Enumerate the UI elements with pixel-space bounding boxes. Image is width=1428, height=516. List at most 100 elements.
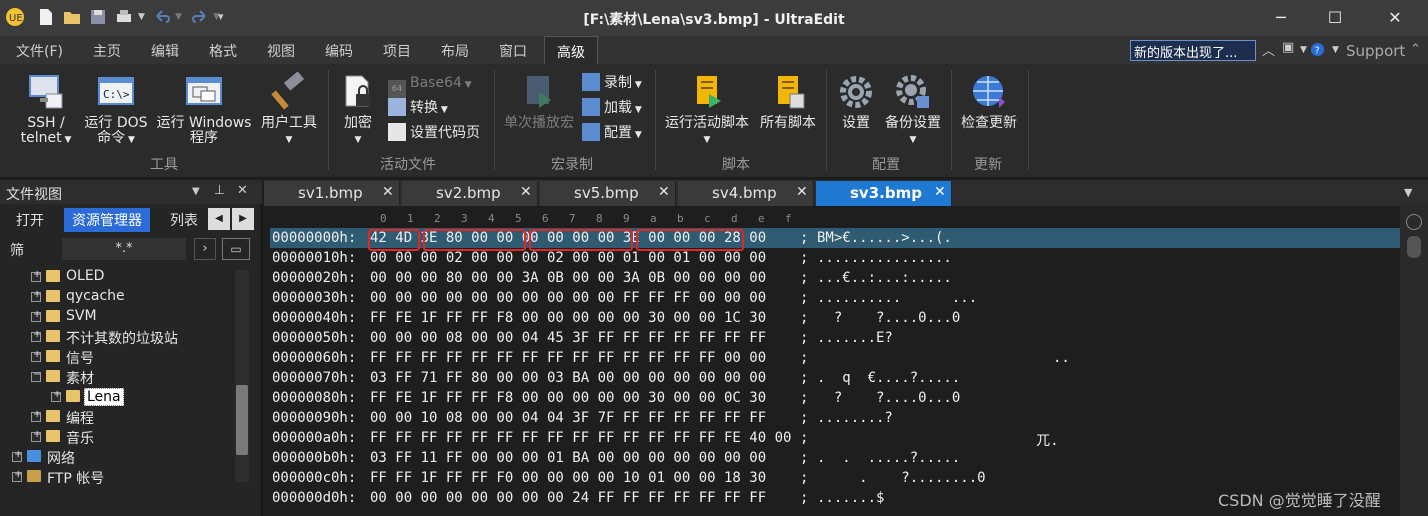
hex-column-label: e xyxy=(758,212,765,225)
close-tab-icon[interactable]: ✕ xyxy=(658,184,670,200)
tree-item[interactable]: + 音乐 xyxy=(0,427,230,447)
editor-tab-label: sv5.bmp xyxy=(574,184,639,202)
minimize-button[interactable]: ─ xyxy=(1266,6,1296,30)
hex-ascii-separator: ; xyxy=(800,470,809,486)
close-tab-icon[interactable]: ✕ xyxy=(520,184,532,200)
collapse-icon[interactable]: − xyxy=(31,369,41,382)
ssh-telnet-button[interactable]: SSH / telnet ▼ xyxy=(14,72,78,148)
all-scripts-button[interactable]: 所有脚本 xyxy=(756,72,820,131)
tree-item[interactable]: + 信号 xyxy=(0,347,230,367)
pane-close-icon[interactable]: ✕ xyxy=(237,183,248,198)
tab-list[interactable]: 列表 xyxy=(162,208,206,232)
tab-view[interactable]: 视图 xyxy=(267,41,295,61)
tree-item[interactable]: + 网络 xyxy=(0,447,230,467)
run-dos-command-button[interactable]: C:\> 运行 DOS 命令 ▼ xyxy=(82,72,150,148)
window-list-icon[interactable]: ▣ xyxy=(1282,40,1294,55)
pin-icon[interactable]: ⊥ xyxy=(214,183,225,198)
tree-scrollbar[interactable] xyxy=(235,270,249,482)
base64-button[interactable]: 64 Base64 ▼ xyxy=(388,72,472,98)
pane-menu-icon[interactable]: ▼ xyxy=(192,186,200,197)
backup-settings-button[interactable]: 备份设置 ▼ xyxy=(880,72,946,148)
tree-item[interactable]: − 素材 xyxy=(0,367,230,387)
tree-item[interactable]: + FTP 帐号 xyxy=(0,467,230,487)
tab-encoding[interactable]: 编码 xyxy=(325,41,353,61)
help-icon[interactable]: ? xyxy=(1310,42,1325,57)
hex-column-label: c xyxy=(704,212,711,225)
tree-item[interactable]: + 编程 xyxy=(0,407,230,427)
expand-icon[interactable]: + xyxy=(31,409,41,422)
window-list-dropdown-icon[interactable]: ▼ xyxy=(1300,45,1307,55)
record-macro-button[interactable]: 录制 ▼ xyxy=(582,72,642,94)
support-link[interactable]: Support xyxy=(1346,42,1405,60)
expand-icon[interactable]: + xyxy=(31,289,41,302)
tab-edit[interactable]: 编辑 xyxy=(151,41,179,61)
tab-list-dropdown-icon[interactable]: ▼ xyxy=(1404,186,1412,199)
tree-item[interactable]: + SVM xyxy=(0,307,230,327)
tab-home[interactable]: 主页 xyxy=(93,41,121,61)
expand-icon[interactable]: + xyxy=(31,329,41,342)
expand-icon[interactable]: + xyxy=(31,429,41,442)
configure-macro-button[interactable]: 配置 ▼ xyxy=(582,122,642,144)
expand-icon[interactable]: + xyxy=(31,349,41,362)
ribbon-expand-icon[interactable]: ⌃ xyxy=(1410,42,1421,57)
expand-icon[interactable]: + xyxy=(12,449,22,462)
expand-icon[interactable]: + xyxy=(51,389,61,402)
editor-tab[interactable]: sv3.bmp ✕ xyxy=(816,181,952,206)
encrypt-button[interactable]: 加密 ▼ xyxy=(336,72,380,148)
collapse-ribbon-icon[interactable]: ︿ xyxy=(1262,40,1275,59)
tab-scroll-left-icon[interactable]: ◀ xyxy=(208,208,230,230)
close-tab-icon[interactable]: ✕ xyxy=(934,184,946,200)
editor-tab[interactable]: sv5.bmp ✕ xyxy=(540,181,676,206)
hex-editor[interactable]: 0123456789abcdef 00000000h: 42 4D 3E 80 0… xyxy=(264,206,1400,516)
editor-scrollbar[interactable] xyxy=(1400,206,1428,516)
tab-project[interactable]: 项目 xyxy=(383,41,411,61)
tab-open-files[interactable]: 打开 xyxy=(8,208,52,232)
tree-item[interactable]: + qycache xyxy=(0,287,230,307)
user-tools-button[interactable]: 用户工具 ▼ xyxy=(256,72,322,148)
update-notice[interactable]: 新的版本出现了... xyxy=(1130,40,1256,61)
filter-input[interactable]: *.* xyxy=(62,238,186,260)
hex-column-label: f xyxy=(785,212,792,225)
close-tab-icon[interactable]: ✕ xyxy=(796,184,808,200)
support-dropdown-icon[interactable]: ▼ xyxy=(1332,45,1339,55)
expand-icon[interactable]: + xyxy=(31,309,41,322)
check-update-button[interactable]: 检查更新 xyxy=(956,72,1022,131)
play-macro-once-button[interactable]: 单次播放宏 xyxy=(500,72,578,131)
tree-item[interactable]: + Lena xyxy=(0,387,230,407)
filter-apply-icon[interactable]: › xyxy=(194,238,216,260)
tab-window[interactable]: 窗口 xyxy=(499,41,527,61)
settings-button[interactable]: 设置 xyxy=(834,72,878,131)
load-macro-button[interactable]: 加载 ▼ xyxy=(582,97,642,119)
editor-tab[interactable]: sv2.bmp ✕ xyxy=(402,181,538,206)
close-button[interactable]: ✕ xyxy=(1380,6,1410,30)
set-codepage-button[interactable]: 设置代码页 xyxy=(388,122,480,144)
tab-advanced[interactable]: 高级 xyxy=(544,36,598,64)
tab-file[interactable]: 文件(F) xyxy=(16,41,63,61)
editor-scroll-thumb[interactable] xyxy=(1407,236,1421,258)
browse-folder-icon[interactable]: ▭ xyxy=(222,238,250,260)
tab-scroll-right-icon[interactable]: ▶ xyxy=(232,208,254,230)
expand-icon[interactable]: + xyxy=(31,269,41,282)
hex-column-label: 1 xyxy=(407,212,414,225)
tree-scroll-thumb[interactable] xyxy=(236,385,248,455)
globe-update-icon xyxy=(973,76,1005,108)
tree-item[interactable]: + OLED xyxy=(0,267,230,287)
convert-button[interactable]: 转换 ▼ xyxy=(388,97,448,119)
hex-row-addr: 00000020h: xyxy=(272,270,357,286)
tree-item[interactable]: + 不计其数的垃圾站 xyxy=(0,327,230,347)
run-windows-program-button[interactable]: 运行 Windows 程序 xyxy=(153,72,255,146)
close-tab-icon[interactable]: ✕ xyxy=(382,184,394,200)
load-label: 加载 xyxy=(604,100,632,116)
tab-explorer[interactable]: 资源管理器 xyxy=(64,208,150,232)
hex-row-addr: 00000090h: xyxy=(272,410,357,426)
maximize-button[interactable]: ☐ xyxy=(1320,6,1350,30)
tab-layout[interactable]: 布局 xyxy=(441,41,469,61)
expand-icon[interactable]: + xyxy=(12,469,22,482)
all-scripts-icon xyxy=(778,76,805,109)
hex-row-addr: 00000080h: xyxy=(272,390,357,406)
scroll-marker-icon[interactable] xyxy=(1406,214,1422,230)
editor-tab[interactable]: sv1.bmp ✕ xyxy=(264,181,400,206)
run-active-script-button[interactable]: 运行活动脚本 ▼ xyxy=(660,72,754,148)
editor-tab[interactable]: sv4.bmp ✕ xyxy=(678,181,814,206)
tab-format[interactable]: 格式 xyxy=(209,41,237,61)
